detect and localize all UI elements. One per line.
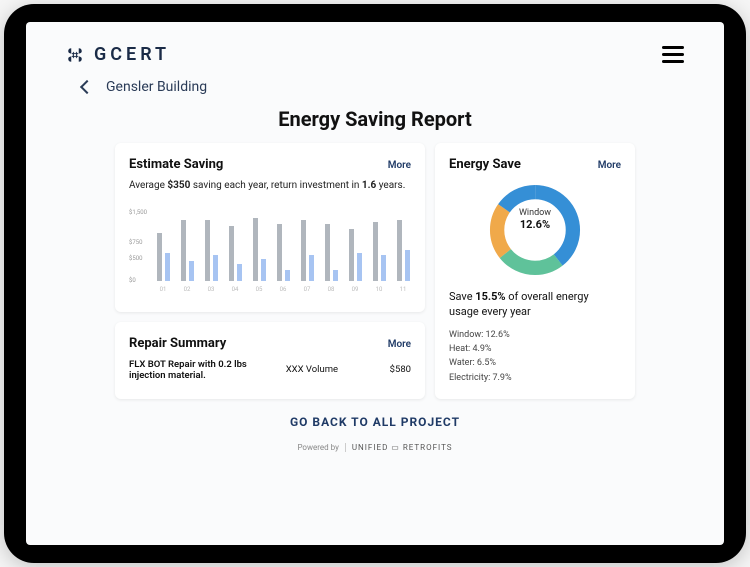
estimate-more-link[interactable]: More <box>388 160 411 171</box>
energy-line: Window: 12.6% <box>449 328 621 342</box>
estimate-title: Estimate Saving <box>129 157 223 172</box>
topbar: GCERT <box>26 22 724 71</box>
estimate-saving-card: Estimate Saving More Average $350 saving… <box>115 143 425 312</box>
energy-line: Water: 6.5% <box>449 356 621 370</box>
content-grid: Estimate Saving More Average $350 saving… <box>26 143 724 399</box>
powered-by: Powered by UNIFIED ▭ RETROFITS <box>26 443 724 452</box>
brand-name: GCERT <box>94 44 170 65</box>
hamburger-menu-icon[interactable] <box>662 46 684 63</box>
energy-summary: Save 15.5% of overall energy usage every… <box>449 290 621 320</box>
app-screen: GCERT Gensler Building Energy Saving Rep… <box>26 22 724 545</box>
energy-title: Energy Save <box>449 157 521 172</box>
energy-more-link[interactable]: More <box>598 160 621 171</box>
page-title: Energy Saving Report <box>26 107 724 131</box>
back-to-projects-link[interactable]: GO BACK TO ALL PROJECT <box>26 415 724 429</box>
repair-amount: $580 <box>359 364 411 375</box>
energy-line: Heat: 4.9% <box>449 342 621 356</box>
donut-center-label: Window 12.6% <box>507 208 563 231</box>
estimate-subtitle: Average $350 saving each year, return in… <box>129 180 411 191</box>
energy-breakdown-list: Window: 12.6% Heat: 4.9% Water: 6.5% Ele… <box>449 328 621 386</box>
energy-line: Electricity: 7.9% <box>449 371 621 385</box>
vendor-logo: UNIFIED ▭ RETROFITS <box>345 443 453 452</box>
estimate-bar-chart: $1,500$750$500$00102030405060708091011 <box>129 201 411 293</box>
repair-more-link[interactable]: More <box>388 339 411 350</box>
chevron-left-icon <box>80 80 94 94</box>
repair-row: FLX BOT Repair with 0.2 lbs injection ma… <box>129 359 411 381</box>
energy-save-card: Energy Save More Window 12.6% Save 15.5%… <box>435 143 635 399</box>
repair-summary-card: Repair Summary More FLX BOT Repair with … <box>115 322 425 400</box>
brand[interactable]: GCERT <box>66 44 170 65</box>
breadcrumb[interactable]: Gensler Building <box>26 71 724 103</box>
brand-logo-icon <box>66 46 84 64</box>
repair-volume: XXX Volume <box>275 364 348 375</box>
breadcrumb-label: Gensler Building <box>106 79 207 95</box>
repair-desc: FLX BOT Repair with 0.2 lbs injection ma… <box>129 359 265 381</box>
energy-donut-chart: Window 12.6% <box>485 180 585 280</box>
repair-title: Repair Summary <box>129 336 226 351</box>
tablet-frame: GCERT Gensler Building Energy Saving Rep… <box>4 4 746 563</box>
